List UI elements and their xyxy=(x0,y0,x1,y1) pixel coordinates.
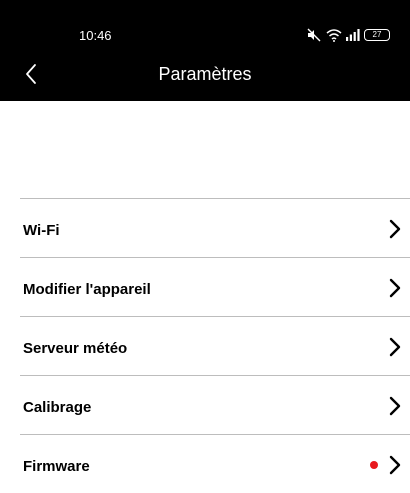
menu-item-weather-server[interactable]: Serveur météo xyxy=(20,316,410,375)
mute-icon xyxy=(306,28,322,42)
menu-item-firmware[interactable]: Firmware xyxy=(20,434,410,493)
chevron-right-icon xyxy=(389,278,401,298)
menu-item-label: Calibrage xyxy=(23,399,92,416)
signal-icon xyxy=(346,29,360,41)
settings-menu: Wi-Fi Modifier l'appareil Serveur météo … xyxy=(20,198,410,493)
chevron-right-icon xyxy=(389,219,401,239)
menu-item-label: Wi-Fi xyxy=(23,222,60,239)
page-title: Paramètres xyxy=(158,64,252,84)
chevron-right-icon xyxy=(389,455,401,475)
app-header: 10:46 27 Paramètres xyxy=(0,0,410,101)
menu-item-wifi[interactable]: Wi-Fi xyxy=(20,198,410,257)
menu-item-calibration[interactable]: Calibrage xyxy=(20,375,410,434)
menu-item-label: Firmware xyxy=(23,458,90,475)
chevron-right-icon xyxy=(389,396,401,416)
status-time: 10:46 xyxy=(79,28,112,43)
wifi-icon xyxy=(326,28,342,42)
status-icons: 27 xyxy=(306,27,390,43)
menu-item-modify-device[interactable]: Modifier l'appareil xyxy=(20,257,410,316)
chevron-right-icon xyxy=(389,337,401,357)
battery-icon: 27 xyxy=(364,29,390,41)
menu-item-label: Serveur météo xyxy=(23,340,128,357)
menu-item-label: Modifier l'appareil xyxy=(23,281,151,298)
update-badge xyxy=(370,461,378,469)
